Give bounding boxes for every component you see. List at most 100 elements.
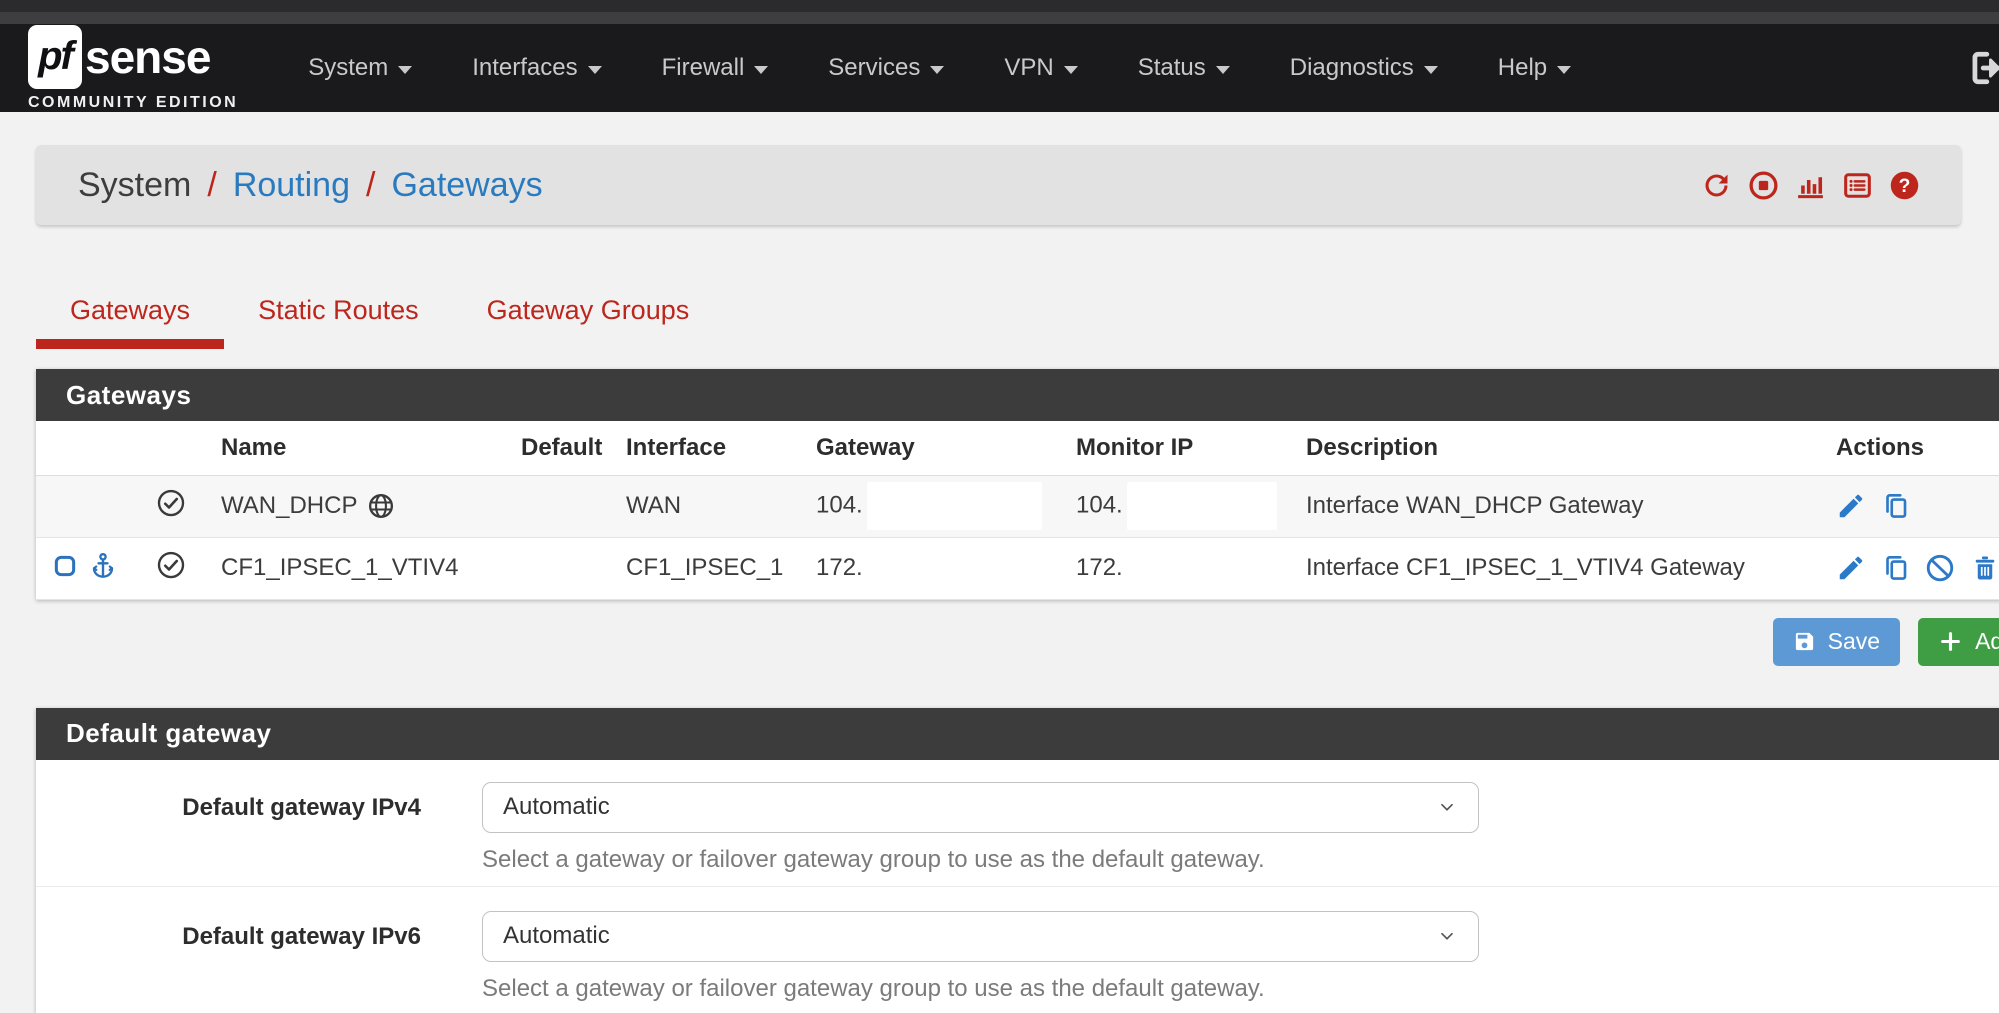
log-icon[interactable] [1841, 169, 1874, 202]
gateway-cell: 104. [800, 475, 1060, 537]
chevron-down-icon [588, 66, 602, 74]
page-header-bar: System / Routing / Gateways [36, 145, 1961, 225]
status-cell [140, 537, 205, 599]
refresh-icon[interactable] [1700, 169, 1733, 202]
routing-tabs: Gateways Static Routes Gateway Groups [36, 295, 1999, 349]
default-gateway-panel: Default gateway Default gateway IPv4 Aut… [36, 708, 1999, 1013]
table-row: CF1_IPSEC_1_VTIV4 CF1_IPSEC_1 172. 172. … [36, 537, 1999, 599]
col-name: Name [205, 421, 505, 475]
menu-label: System [308, 54, 388, 82]
description-cell: Interface CF1_IPSEC_1_VTIV4 Gateway [1290, 537, 1820, 599]
pf-logo-box: pf [28, 25, 82, 89]
breadcrumb-system: System [78, 166, 191, 205]
save-button-label: Save [1828, 628, 1880, 655]
chevron-down-icon [1216, 66, 1230, 74]
chevron-down-icon [1557, 66, 1571, 74]
table-row: WAN_DHCP WAN [36, 475, 1999, 537]
chevron-down-icon [754, 66, 768, 74]
tab-gateways[interactable]: Gateways [36, 295, 224, 349]
main-menu: System Interfaces Firewall Services VPN … [278, 24, 1601, 112]
menu-item-diagnostics[interactable]: Diagnostics [1260, 24, 1468, 112]
default-gateway-ipv4-select[interactable]: Automatic [482, 782, 1479, 833]
tab-static-routes[interactable]: Static Routes [224, 295, 453, 349]
breadcrumb-link-routing[interactable]: Routing [233, 166, 350, 205]
menu-label: Diagnostics [1290, 54, 1414, 82]
default-gateway-ipv4-label: Default gateway IPv4 [36, 782, 421, 874]
add-button[interactable]: Add [1918, 618, 1999, 666]
delete-icon[interactable] [1970, 553, 1999, 583]
disable-icon[interactable] [1925, 553, 1955, 583]
chevron-down-icon [1424, 66, 1438, 74]
menu-item-system[interactable]: System [278, 24, 442, 112]
menu-item-vpn[interactable]: VPN [974, 24, 1107, 112]
chevron-down-icon [930, 66, 944, 74]
actions-cell [1820, 475, 1999, 537]
chevron-down-icon [1436, 925, 1458, 947]
menu-item-services[interactable]: Services [798, 24, 974, 112]
col-interface: Interface [610, 421, 800, 475]
menu-label: Interfaces [472, 54, 577, 82]
interface-cell: WAN [610, 475, 800, 537]
tab-gateway-groups[interactable]: Gateway Groups [453, 295, 724, 349]
bar-chart-icon[interactable] [1794, 169, 1827, 202]
community-edition-label: COMMUNITY EDITION [28, 94, 238, 112]
description-cell: Interface WAN_DHCP Gateway [1290, 475, 1820, 537]
gateways-table: Name Default Interface Gateway Monitor I… [36, 421, 1999, 600]
redacted-value [867, 482, 1042, 530]
col-gateway: Gateway [800, 421, 1060, 475]
gateways-panel-title: Gateways [36, 369, 1999, 421]
gateways-panel: Gateways Name Default Interface Gateway … [36, 369, 1999, 600]
menu-label: Help [1498, 54, 1547, 82]
breadcrumb-separator: / [207, 166, 216, 205]
top-navbar: pf sense COMMUNITY EDITION System Interf… [0, 24, 1999, 112]
svg-text:?: ? [1899, 176, 1911, 197]
monitor-address: 104. [1076, 491, 1123, 518]
default-gateway-ipv6-help: Select a gateway or failover gateway gro… [482, 975, 1479, 1003]
menu-label: Firewall [662, 54, 745, 82]
menu-item-status[interactable]: Status [1108, 24, 1260, 112]
edit-icon[interactable] [1836, 491, 1866, 521]
monitor-ip-cell: 104. [1060, 475, 1290, 537]
breadcrumb-link-gateways[interactable]: Gateways [391, 166, 542, 205]
menu-item-interfaces[interactable]: Interfaces [442, 24, 631, 112]
redacted-value [1127, 482, 1277, 530]
pfsense-gateways-page: pf sense COMMUNITY EDITION System Interf… [0, 0, 1999, 1013]
check-circle-icon [156, 550, 186, 580]
sign-out-icon[interactable] [1963, 46, 1999, 90]
default-gateway-ipv6-label: Default gateway IPv6 [36, 911, 421, 1003]
col-monitor-ip: Monitor IP [1060, 421, 1290, 475]
default-gateway-ipv6-select[interactable]: Automatic [482, 911, 1479, 962]
sense-logo-text: sense [85, 30, 210, 84]
edit-icon[interactable] [1836, 553, 1866, 583]
help-icon[interactable]: ? [1888, 169, 1921, 202]
chevron-down-icon [398, 66, 412, 74]
col-actions: Actions [1820, 421, 1999, 475]
pfsense-logo[interactable]: pf sense COMMUNITY EDITION [28, 25, 238, 112]
menu-label: Status [1138, 54, 1206, 82]
selected-value: Automatic [503, 922, 610, 950]
copy-icon[interactable] [1881, 491, 1911, 521]
actions-cell [1820, 537, 1999, 599]
left-icons-cell [36, 537, 140, 599]
col-left-icons [36, 421, 140, 475]
copy-icon[interactable] [1881, 553, 1911, 583]
menu-item-help[interactable]: Help [1468, 24, 1601, 112]
breadcrumb-separator: / [366, 166, 375, 205]
check-circle-icon [156, 488, 186, 518]
col-description: Description [1290, 421, 1820, 475]
monitor-address: 172. [1076, 554, 1123, 581]
gateway-address: 172. [816, 554, 863, 581]
gateway-name: WAN_DHCP [221, 492, 357, 520]
clone-square-icon [52, 553, 78, 579]
pf-logo-text: pf [38, 34, 72, 79]
save-button[interactable]: Save [1773, 618, 1900, 666]
menu-item-firewall[interactable]: Firewall [632, 24, 799, 112]
window-top-band [0, 12, 1999, 24]
gateway-address: 104. [816, 491, 863, 518]
form-row-ipv4: Default gateway IPv4 Automatic Select a … [36, 760, 1999, 886]
default-cell [505, 475, 610, 537]
form-row-ipv6: Default gateway IPv6 Automatic Select a … [36, 886, 1999, 1013]
name-cell: CF1_IPSEC_1_VTIV4 [205, 537, 505, 599]
globe-icon [367, 492, 395, 520]
stop-circle-icon[interactable] [1747, 169, 1780, 202]
